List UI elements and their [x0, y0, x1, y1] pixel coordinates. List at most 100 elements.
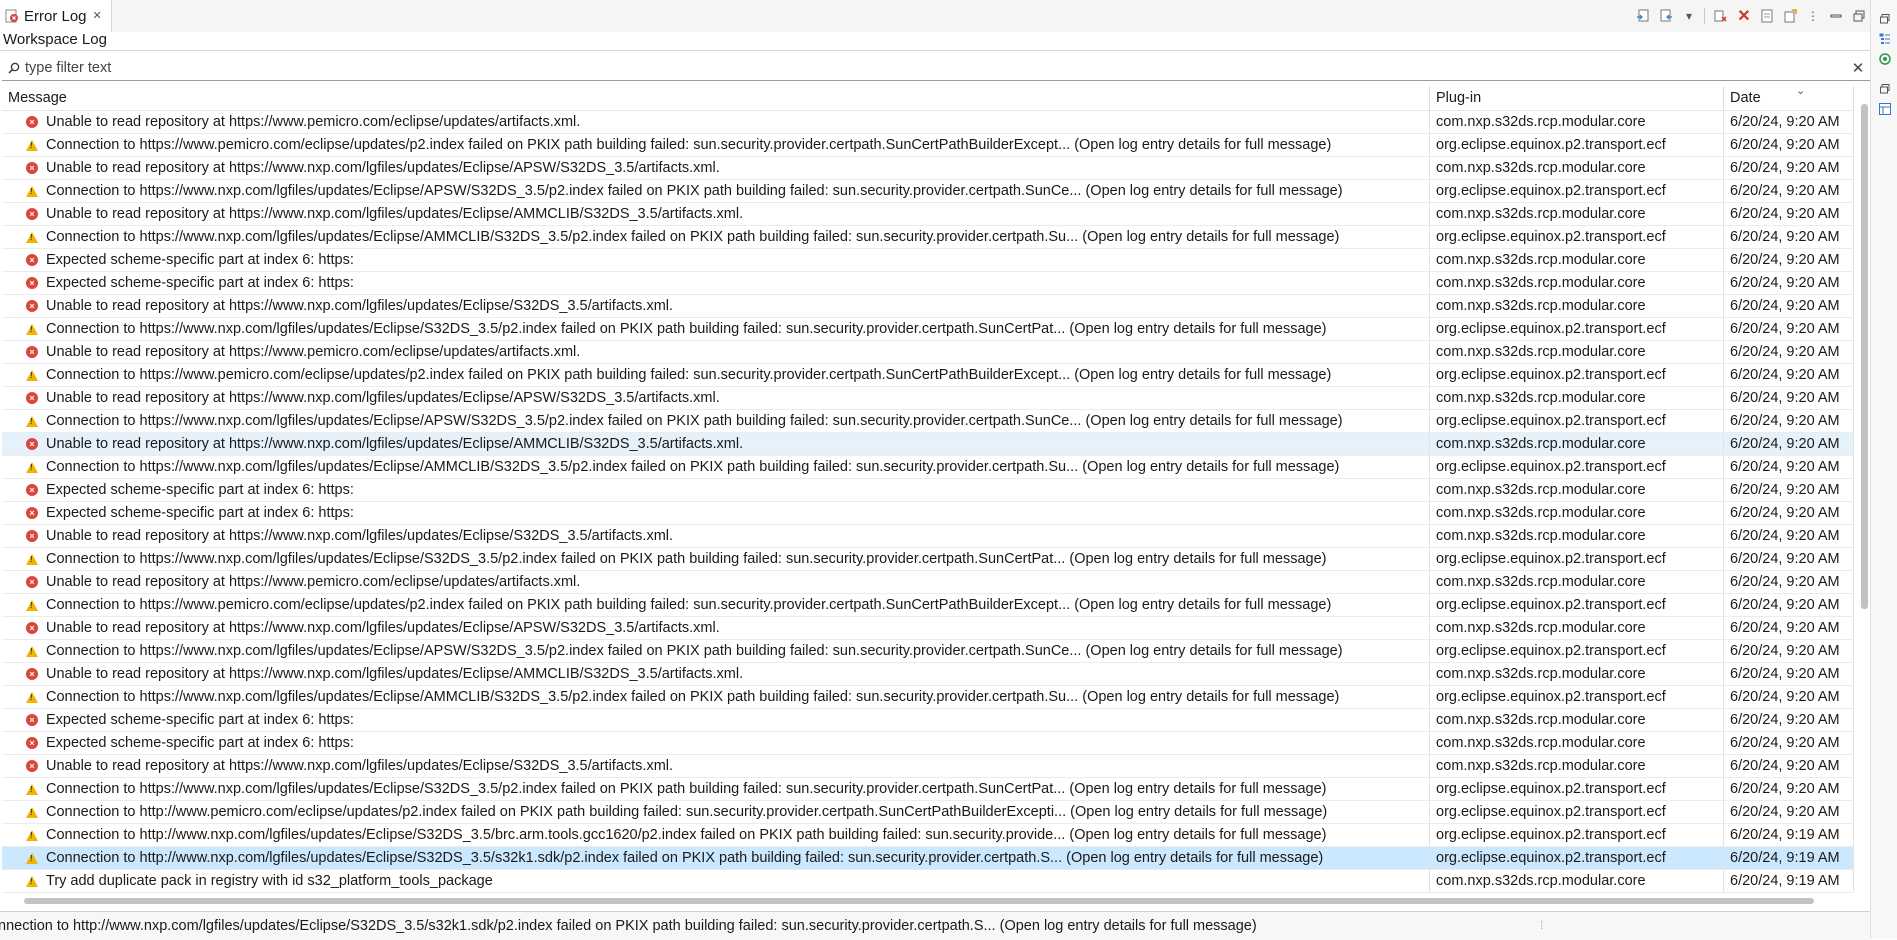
message-text: Unable to read repository at https://www…	[46, 574, 581, 590]
table-row[interactable]: Connection to https://www.pemicro.com/ec…	[2, 134, 1854, 157]
table-row[interactable]: × Expected scheme-specific part at index …	[2, 272, 1854, 295]
plugin-cell: com.nxp.s32ds.rcp.modular.core	[1430, 502, 1724, 524]
table-row[interactable]: × Unable to read repository at https://ww…	[2, 755, 1854, 778]
error-icon: ×	[26, 484, 38, 496]
restore-log-icon[interactable]	[1779, 5, 1801, 27]
plugin-cell: com.nxp.s32ds.rcp.modular.core	[1430, 295, 1724, 317]
outline-view-icon[interactable]	[1878, 32, 1892, 46]
message-text: Expected scheme-specific part at index 6…	[46, 482, 354, 498]
plugin-cell: com.nxp.s32ds.rcp.modular.core	[1430, 272, 1724, 294]
date-cell: 6/20/24, 9:20 AM	[1724, 410, 1854, 432]
restore-icon[interactable]	[1878, 12, 1892, 26]
table-row[interactable]: × Unable to read repository at https://ww…	[2, 203, 1854, 226]
view-menu-icon[interactable]: ⋮	[1802, 5, 1824, 27]
tab-error-log[interactable]: Error Log ✕	[0, 0, 112, 32]
plugin-cell: org.eclipse.equinox.p2.transport.ecf	[1430, 318, 1724, 340]
dropdown-icon[interactable]: ▾	[1678, 5, 1700, 27]
close-icon[interactable]: ✕	[93, 10, 102, 22]
table-row[interactable]: Try add duplicate pack in registry with …	[2, 870, 1854, 893]
table-row[interactable]: × Expected scheme-specific part at index …	[2, 732, 1854, 755]
date-cell: 6/20/24, 9:20 AM	[1724, 295, 1854, 317]
table-row[interactable]: × Unable to read repository at https://ww…	[2, 341, 1854, 364]
table-row[interactable]: × Unable to read repository at https://ww…	[2, 387, 1854, 410]
date-cell: 6/20/24, 9:20 AM	[1724, 249, 1854, 271]
message-text: Connection to https://www.pemicro.com/ec…	[46, 367, 1332, 383]
date-cell: 6/20/24, 9:20 AM	[1724, 594, 1854, 616]
table-row[interactable]: × Unable to read repository at https://ww…	[2, 295, 1854, 318]
properties-view-icon[interactable]	[1878, 102, 1892, 116]
table-row[interactable]: × Expected scheme-specific part at index …	[2, 249, 1854, 272]
column-header-date[interactable]: Date ⌄	[1724, 86, 1854, 110]
message-cell: × Unable to read repository at https://ww…	[2, 295, 1430, 317]
export-log-icon[interactable]	[1632, 5, 1654, 27]
table-row[interactable]: × Unable to read repository at https://ww…	[2, 111, 1854, 134]
table-row[interactable]: Connection to https://www.nxp.com/lgfile…	[2, 318, 1854, 341]
plugin-cell: org.eclipse.equinox.p2.transport.ecf	[1430, 824, 1724, 846]
view-tab-bar: Error Log ✕ ▾ ✕ ⋮	[0, 0, 1870, 32]
table-row[interactable]: × Unable to read repository at https://ww…	[2, 433, 1854, 456]
message-text: Unable to read repository at https://www…	[46, 620, 720, 636]
table-row[interactable]: Connection to https://www.nxp.com/lgfile…	[2, 778, 1854, 801]
table-row[interactable]: Connection to https://www.pemicro.com/ec…	[2, 364, 1854, 387]
clear-log-icon[interactable]	[1710, 5, 1732, 27]
table-row[interactable]: Connection to https://www.nxp.com/lgfile…	[2, 548, 1854, 571]
table-row[interactable]: Connection to https://www.nxp.com/lgfile…	[2, 226, 1854, 249]
import-log-icon[interactable]	[1655, 5, 1677, 27]
error-icon: ×	[26, 507, 38, 519]
warning-icon	[26, 415, 38, 427]
vertical-scrollbar[interactable]	[1861, 104, 1868, 609]
error-icon: ×	[26, 162, 38, 174]
message-cell: Connection to https://www.pemicro.com/ec…	[2, 134, 1430, 156]
message-cell: × Unable to read repository at https://ww…	[2, 387, 1430, 409]
message-text: Unable to read repository at https://www…	[46, 206, 744, 222]
plugin-cell: com.nxp.s32ds.rcp.modular.core	[1430, 249, 1724, 271]
plugin-cell: com.nxp.s32ds.rcp.modular.core	[1430, 157, 1724, 179]
open-log-icon[interactable]	[1756, 5, 1778, 27]
error-icon: ×	[26, 530, 38, 542]
workspace-log-label: Workspace Log	[3, 31, 107, 48]
plugin-cell: org.eclipse.equinox.p2.transport.ecf	[1430, 686, 1724, 708]
date-cell: 6/20/24, 9:20 AM	[1724, 571, 1854, 593]
table-row[interactable]: Connection to http://www.pemicro.com/ecl…	[2, 801, 1854, 824]
table-row[interactable]: × Expected scheme-specific part at index …	[2, 479, 1854, 502]
horizontal-scrollbar[interactable]	[24, 898, 1814, 904]
warning-icon	[26, 852, 38, 864]
table-row[interactable]: Connection to http://www.nxp.com/lgfiles…	[2, 824, 1854, 847]
minimize-icon[interactable]	[1825, 5, 1847, 27]
table-row[interactable]: Connection to https://www.nxp.com/lgfile…	[2, 180, 1854, 203]
column-header-message[interactable]: Message	[2, 86, 1430, 110]
table-header: Message Plug-in Date ⌄	[2, 86, 1854, 111]
table-row[interactable]: × Expected scheme-specific part at index …	[2, 502, 1854, 525]
date-cell: 6/20/24, 9:20 AM	[1724, 686, 1854, 708]
filter-input[interactable]	[22, 59, 1846, 76]
clear-filter-icon[interactable]: ✕	[1846, 59, 1870, 77]
delete-log-icon[interactable]: ✕	[1733, 5, 1755, 27]
plugin-cell: com.nxp.s32ds.rcp.modular.core	[1430, 341, 1724, 363]
table-row[interactable]: Connection to http://www.nxp.com/lgfiles…	[2, 847, 1854, 870]
table-body: × Unable to read repository at https://ww…	[2, 111, 1854, 893]
table-row[interactable]: × Expected scheme-specific part at index …	[2, 709, 1854, 732]
message-cell: Connection to https://www.pemicro.com/ec…	[2, 364, 1430, 386]
maximize-icon[interactable]	[1848, 5, 1870, 27]
message-text: Expected scheme-specific part at index 6…	[46, 735, 354, 751]
status-message: nnection to http://www.nxp.com/lgfiles/u…	[0, 918, 1257, 934]
table-row[interactable]: × Unable to read repository at https://ww…	[2, 157, 1854, 180]
table-row[interactable]: Connection to https://www.nxp.com/lgfile…	[2, 640, 1854, 663]
restore-icon-2[interactable]	[1878, 82, 1892, 96]
table-row[interactable]: × Unable to read repository at https://ww…	[2, 663, 1854, 686]
table-row[interactable]: Connection to https://www.nxp.com/lgfile…	[2, 456, 1854, 479]
table-row[interactable]: Connection to https://www.nxp.com/lgfile…	[2, 410, 1854, 433]
plugin-cell: com.nxp.s32ds.rcp.modular.core	[1430, 663, 1724, 685]
warning-icon	[26, 185, 38, 197]
error-log-icon	[5, 9, 18, 23]
table-row[interactable]: × Unable to read repository at https://ww…	[2, 617, 1854, 640]
message-text: Unable to read repository at https://www…	[46, 344, 581, 360]
message-cell: × Expected scheme-specific part at index …	[2, 709, 1430, 731]
table-row[interactable]: × Unable to read repository at https://ww…	[2, 525, 1854, 548]
table-row[interactable]: × Unable to read repository at https://ww…	[2, 571, 1854, 594]
table-row[interactable]: Connection to https://www.nxp.com/lgfile…	[2, 686, 1854, 709]
debug-view-icon[interactable]	[1878, 52, 1892, 66]
table-row[interactable]: Connection to https://www.pemicro.com/ec…	[2, 594, 1854, 617]
warning-icon	[26, 599, 38, 611]
column-header-plugin[interactable]: Plug-in	[1430, 86, 1724, 110]
